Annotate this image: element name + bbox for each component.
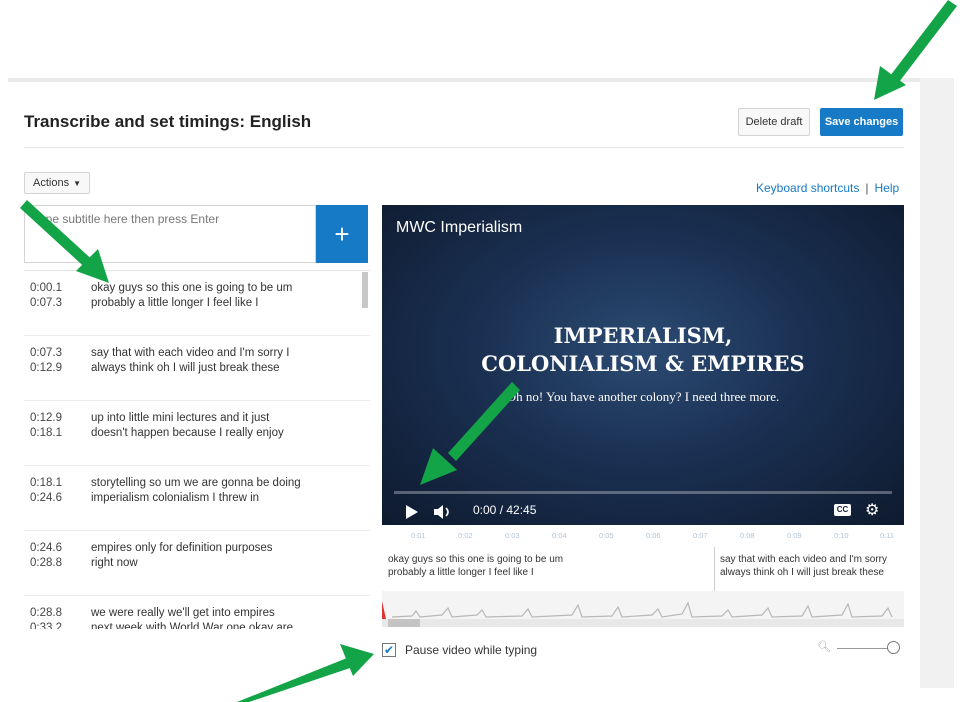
arrow-to-play-icon	[420, 382, 520, 485]
annotation-arrows	[20, 0, 957, 702]
arrow-to-checkbox-icon	[237, 644, 374, 702]
arrow-to-subtitle-icon	[20, 200, 109, 283]
arrow-to-save-icon	[874, 0, 957, 100]
